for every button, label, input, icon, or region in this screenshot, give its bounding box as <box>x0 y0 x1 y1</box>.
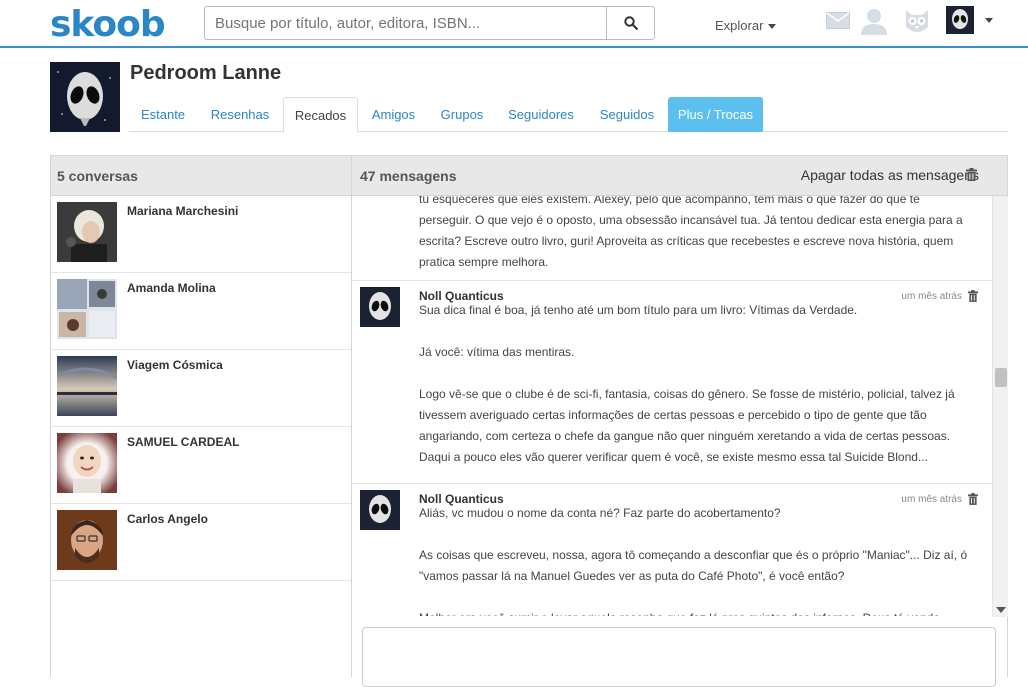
message-line: tivessem averiguado certas informações d… <box>419 408 927 422</box>
user-menu-chevron-icon[interactable] <box>985 18 993 23</box>
reply-textarea[interactable] <box>362 627 996 687</box>
message-body: tu esqueceres que eles existem. Alexey, … <box>419 196 979 273</box>
profile-photo-image <box>57 510 117 570</box>
delete-all-messages-button[interactable]: Apagar todas as mensagens <box>801 156 979 194</box>
alien-avatar-image <box>946 6 974 34</box>
conversations-panel: 5 conversas Mariana Marchesini Amanda Mo… <box>50 155 352 677</box>
conversation-avatar <box>57 202 117 262</box>
message-line <box>419 587 979 608</box>
skoob-logo[interactable]: skoob <box>50 4 166 45</box>
tab-plus-trocas[interactable]: Plus / Trocas <box>668 97 763 132</box>
messages-scrollbar[interactable] <box>992 196 1008 617</box>
conversation-avatar <box>57 433 117 493</box>
search-icon <box>623 16 638 30</box>
conversation-avatar <box>57 279 117 339</box>
owl-icon[interactable] <box>903 7 931 35</box>
message-line: As coisas que escreveu, nossa, agora tô … <box>419 548 968 562</box>
tab-grupos[interactable]: Grupos <box>429 97 495 132</box>
envelope-icon[interactable] <box>826 12 850 29</box>
message-line: escrita? Escreve outro livro, guri! Apro… <box>419 234 954 248</box>
conversation-item[interactable]: Amanda Molina <box>51 273 351 350</box>
message-line: Logo vê-se que o clube é de sci-fi, fant… <box>419 387 955 401</box>
conversation-item[interactable]: Mariana Marchesini <box>51 196 351 273</box>
alien-avatar-image <box>360 490 400 530</box>
message-line: "vamos passar lá na Manuel Guedes ver as… <box>419 569 845 583</box>
search-box <box>204 6 655 40</box>
messages-list[interactable]: tu esqueceres que eles existem. Alexey, … <box>352 196 992 616</box>
trash-icon[interactable] <box>966 168 977 181</box>
profile-photo-image <box>57 279 117 339</box>
message-item: Noll Quanticus um mês atrás Aliás, vc mu… <box>352 484 992 616</box>
message-item: Noll Quanticus um mês atrás Sua dica fin… <box>352 281 992 484</box>
alien-avatar-image <box>50 62 120 132</box>
message-line: angariando, com certeza o chefe da gangu… <box>419 429 951 443</box>
user-icon[interactable] <box>860 7 888 35</box>
message-line: pratica sempre melhora. <box>419 255 549 269</box>
message-body: Sua dica final é boa, já tenho até um bo… <box>419 300 979 468</box>
explore-menu[interactable]: Explorar <box>715 18 777 33</box>
avatar[interactable] <box>946 6 974 34</box>
conversation-name: Carlos Angelo <box>127 512 208 526</box>
tab-amigos[interactable]: Amigos <box>358 97 429 132</box>
conversation-item[interactable]: Viagem Cósmica <box>51 350 351 427</box>
tab-recados[interactable]: Recados <box>283 97 358 133</box>
message-line: Aliás, vc mudou o nome da conta né? Faz … <box>419 506 781 520</box>
tab-seguidores[interactable]: Seguidores <box>495 97 587 132</box>
conversation-avatar <box>57 510 117 570</box>
scroll-down-arrow-icon[interactable] <box>996 607 1006 613</box>
scrollbar-thumb[interactable] <box>995 368 1007 387</box>
message-item: tu esqueceres que eles existem. Alexey, … <box>352 196 992 281</box>
message-line <box>419 363 979 384</box>
messages-panel: 47 mensagens Apagar todas as mensagens t… <box>351 155 1008 687</box>
conversation-item[interactable]: Carlos Angelo <box>51 504 351 581</box>
message-line <box>419 524 979 545</box>
explore-label: Explorar <box>715 18 764 33</box>
search-input[interactable] <box>205 7 606 39</box>
message-line: perseguir. O que vejo é o oposto, uma ob… <box>419 213 963 227</box>
conversations-count: 5 conversas <box>51 156 351 196</box>
message-line: Sua dica final é boa, já tenho até um bo… <box>419 303 858 317</box>
profile-name: Pedroom Lanne <box>130 62 282 84</box>
profile-photo-image <box>57 356 117 416</box>
messages-header: 47 mensagens Apagar todas as mensagens <box>352 156 1007 196</box>
conversation-name: Viagem Cósmica <box>127 358 223 372</box>
messages-count: 47 mensagens <box>360 168 457 184</box>
search-button[interactable] <box>606 7 654 39</box>
message-line: Já você: vítima das mentiras. <box>419 345 575 359</box>
message-line <box>419 321 979 342</box>
conversation-item[interactable]: SAMUEL CARDEAL <box>51 427 351 504</box>
message-author-avatar[interactable] <box>360 287 400 327</box>
message-author-avatar[interactable] <box>360 490 400 530</box>
conversation-name: Amanda Molina <box>127 281 216 295</box>
conversation-name: Mariana Marchesini <box>127 204 239 218</box>
tab-resenhas[interactable]: Resenhas <box>197 97 283 132</box>
profile-photo-image <box>57 202 117 262</box>
profile-photo-image <box>57 433 117 493</box>
message-line: Daqui a pouco eles vão querer verificar … <box>419 450 928 464</box>
profile-tabs: Estante Resenhas Recados Amigos Grupos S… <box>129 97 1008 133</box>
profile-avatar[interactable] <box>50 62 120 132</box>
message-body: Aliás, vc mudou o nome da conta né? Faz … <box>419 503 979 616</box>
top-bar: skoob Explorar <box>0 0 1028 48</box>
alien-avatar-image <box>360 287 400 327</box>
conversation-avatar <box>57 356 117 416</box>
message-line: Melhor era você sumir e levar aquela res… <box>419 608 979 616</box>
tab-estante[interactable]: Estante <box>129 97 197 132</box>
conversation-name: SAMUEL CARDEAL <box>127 435 240 449</box>
chevron-down-icon <box>768 24 777 30</box>
message-line: tu esqueceres que eles existem. Alexey, … <box>419 196 920 206</box>
tab-seguidos[interactable]: Seguidos <box>587 97 667 132</box>
